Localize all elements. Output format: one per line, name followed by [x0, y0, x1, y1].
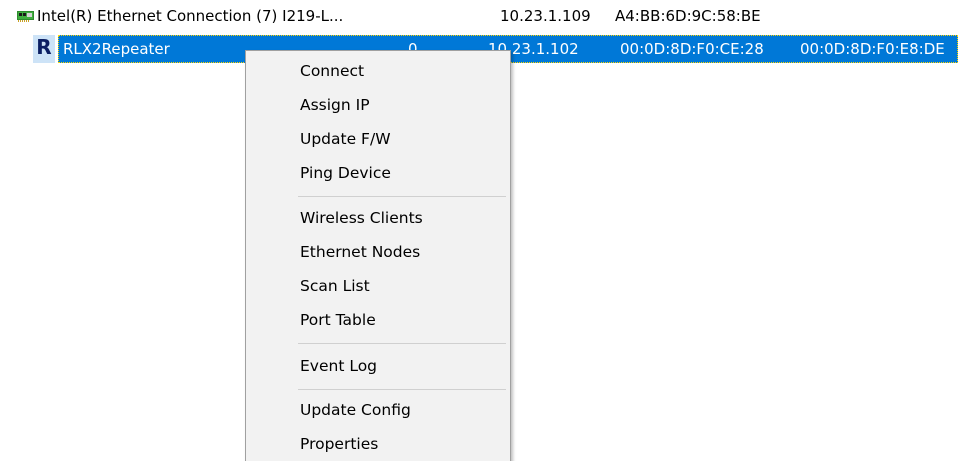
menu-separator: [298, 389, 506, 390]
menu-separator: [298, 196, 506, 197]
adapter-ip-address: 10.23.1.109: [500, 7, 591, 25]
menu-item-assign-ip[interactable]: Assign IP: [246, 90, 510, 120]
menu-item-event-log[interactable]: Event Log: [246, 351, 510, 381]
device-wireless-mac-address: 00:0D:8D:F0:E8:DE: [800, 40, 945, 58]
device-name: RLX2Repeater: [63, 40, 170, 58]
menu-separator: [298, 343, 506, 344]
menu-item-update-config[interactable]: Update Config: [246, 395, 510, 425]
menu-item-wireless-clients[interactable]: Wireless Clients: [246, 203, 510, 233]
menu-item-properties[interactable]: Properties: [246, 429, 510, 459]
adapter-mac-address: A4:BB:6D:9C:58:BE: [615, 7, 761, 25]
menu-item-update-firmware[interactable]: Update F/W: [246, 124, 510, 154]
context-menu: Connect Assign IP Update F/W Ping Device…: [245, 50, 511, 461]
device-list-window: Intel(R) Ethernet Connection (7) I219-L.…: [0, 0, 958, 461]
adapter-row[interactable]: Intel(R) Ethernet Connection (7) I219-L.…: [0, 4, 958, 28]
menu-item-port-table[interactable]: Port Table: [246, 305, 510, 335]
menu-item-connect[interactable]: Connect: [246, 56, 510, 86]
menu-item-scan-list[interactable]: Scan List: [246, 271, 510, 301]
device-mac-address: 00:0D:8D:F0:CE:28: [620, 40, 764, 58]
network-card-icon: [17, 11, 34, 22]
menu-item-ping-device[interactable]: Ping Device: [246, 158, 510, 188]
menu-item-ethernet-nodes[interactable]: Ethernet Nodes: [246, 237, 510, 267]
repeater-device-icon: R: [33, 35, 55, 63]
adapter-name: Intel(R) Ethernet Connection (7) I219-L.…: [37, 7, 344, 25]
